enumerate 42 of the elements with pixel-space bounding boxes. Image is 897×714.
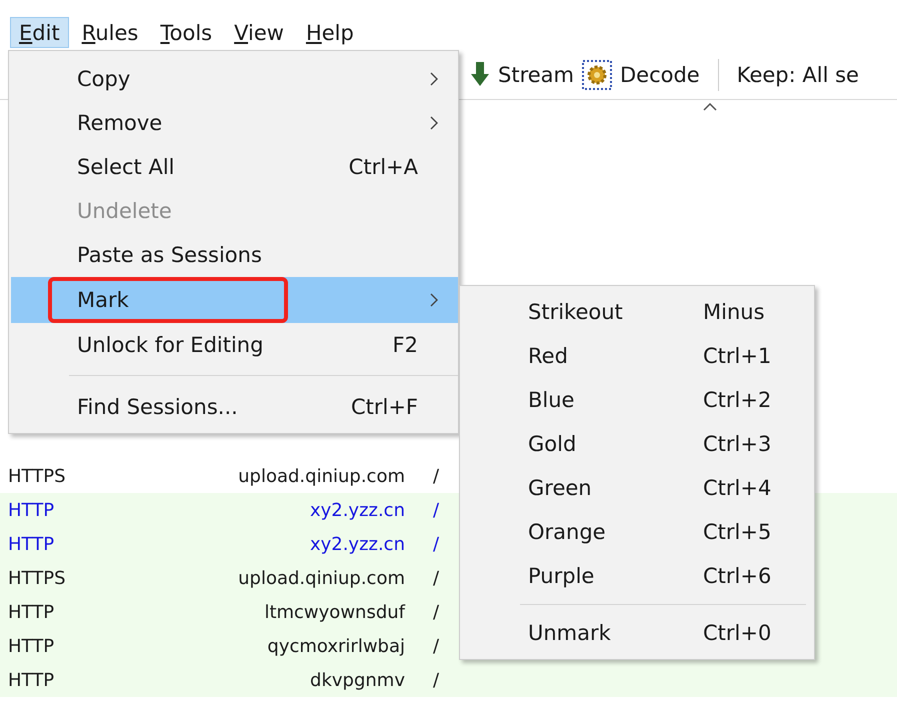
shortcut-label: Minus — [703, 300, 765, 324]
url-cell-text: / — [432, 670, 440, 690]
menu-item-label: Select All — [77, 155, 174, 179]
shortcut-label: Ctrl+2 — [703, 388, 772, 412]
shortcut-label: Ctrl+A — [348, 155, 418, 179]
protocol-cell-text: HTTP — [7, 500, 56, 520]
url-cell-text: / — [432, 534, 440, 554]
url-cell-text: / — [432, 636, 440, 656]
host-cell-text: qycmoxrirlwbaj — [266, 636, 405, 656]
menu-item-label: Red — [528, 344, 568, 368]
menu-item-label: Purple — [528, 564, 594, 588]
host-cell-text: ltmcwyownsduf — [263, 602, 405, 622]
shortcut-label: Ctrl+3 — [703, 432, 772, 456]
host-cell-text: upload.qiniup.com — [237, 466, 405, 486]
menu-item-label: Copy — [77, 67, 130, 91]
shortcut-label: F2 — [392, 333, 418, 357]
host-cell-text: dkvpgnmv — [309, 670, 405, 690]
menu-item-label: Paste as Sessions — [77, 243, 262, 267]
host-cell-text: xy2.yzz.cn — [308, 500, 405, 520]
menu-item-label: Strikeout — [528, 300, 623, 324]
url-cell-text: / — [432, 602, 440, 622]
host-cell-text: xy2.yzz.cn — [308, 534, 405, 554]
url-cell-text: / — [432, 466, 440, 486]
protocol-cell-text: HTTP — [7, 670, 56, 690]
menu-item-label: Mark — [77, 288, 129, 312]
menu-item-label: Remove — [77, 111, 162, 135]
menu-item-label: Find Sessions... — [77, 395, 238, 419]
protocol-cell-text: HTTP — [7, 534, 56, 554]
shortcut-label: Ctrl+6 — [703, 564, 772, 588]
host-cell-text: upload.qiniup.com — [237, 568, 405, 588]
menu-item-label: Undelete — [77, 199, 172, 223]
url-cell-text: / — [432, 500, 440, 520]
protocol-cell-text: HTTPS — [7, 466, 66, 486]
menu-item-label: Gold — [528, 432, 576, 456]
shortcut-label: Ctrl+1 — [703, 344, 772, 368]
url-cell-text: / — [432, 568, 440, 588]
menu-item-label: Blue — [528, 388, 574, 412]
protocol-cell-text: HTTP — [7, 602, 56, 622]
menu-item-label: Unlock for Editing — [77, 333, 264, 357]
protocol-cell-text: HTTP — [7, 636, 56, 656]
shortcut-label: Ctrl+F — [350, 395, 418, 419]
protocol-cell-text: HTTPS — [7, 568, 66, 588]
